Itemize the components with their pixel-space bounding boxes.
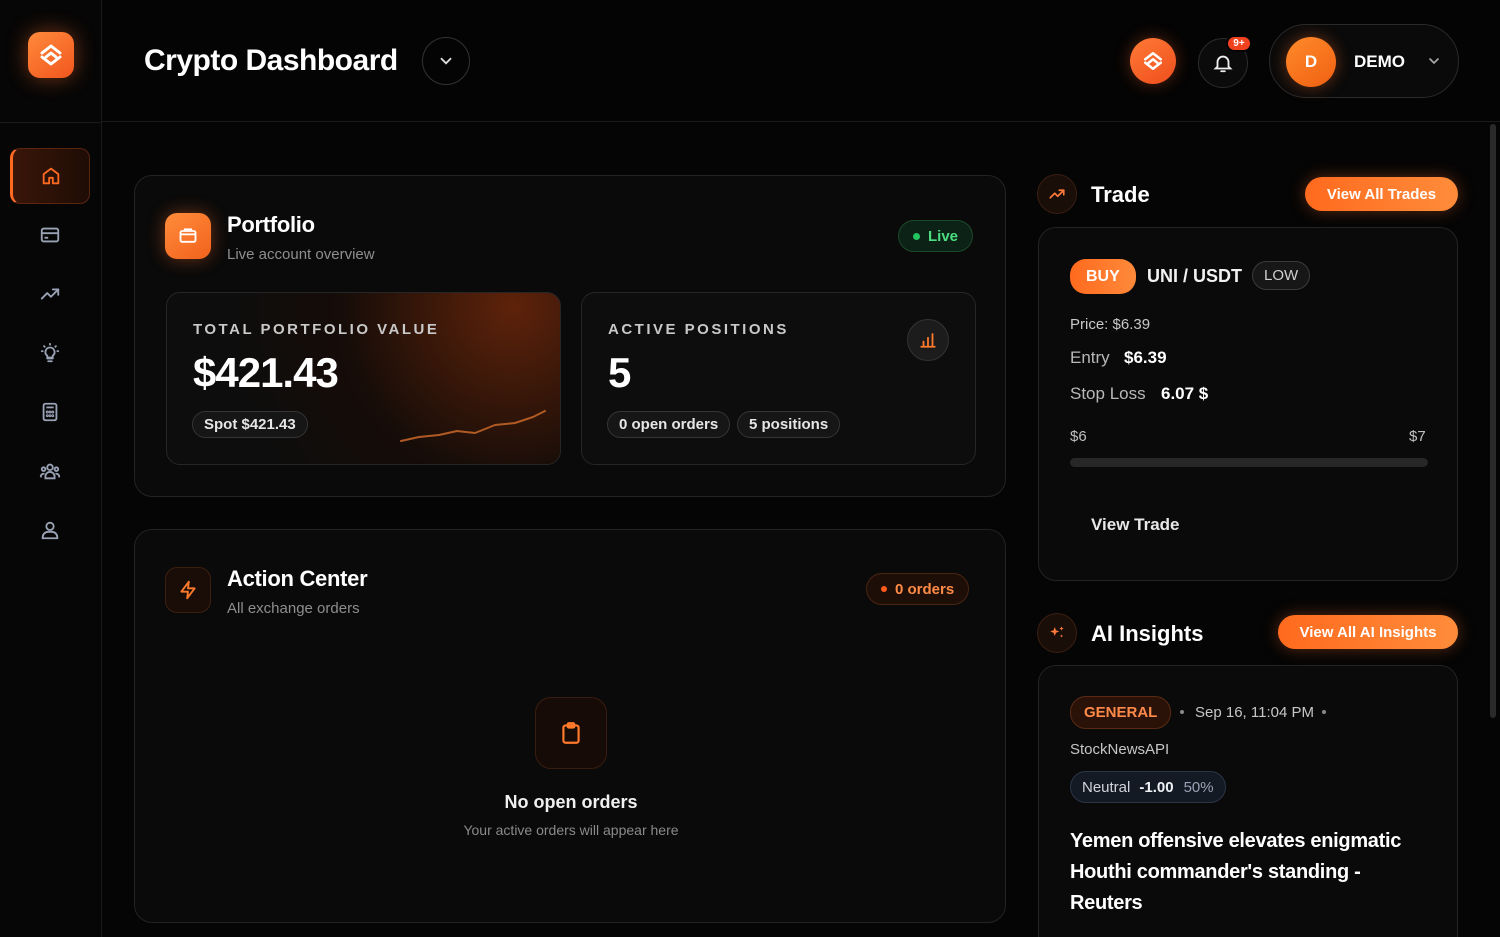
portfolio-icon-tile [165,213,211,259]
notification-count-badge: 9+ [1226,35,1252,52]
trade-section-icon [1037,174,1077,214]
bar-chart-icon [920,333,936,348]
orders-count-badge: 0 orders [866,573,970,605]
portfolio-sparkline [400,410,546,442]
view-all-trades-button[interactable]: View All Trades [1305,177,1458,211]
action-center-title: Action Center [227,566,368,591]
users-icon [39,463,61,480]
sidebar-item-home[interactable] [10,148,90,204]
total-value-label: TOTAL PORTFOLIO VALUE [193,321,440,338]
empty-orders-subtitle: Your active orders will appear here [463,822,679,838]
insights-section-icon [1037,613,1077,653]
trade-pair: UNI / USDT [1147,266,1243,286]
sentiment-score: -1.00 [1139,778,1174,796]
chevron-down-icon [440,57,452,65]
insight-source: StockNewsAPI [1070,741,1170,758]
sparkles-icon [1050,626,1064,638]
sidebar-item-insights[interactable] [10,325,90,381]
sidebar-divider [0,122,102,123]
action-center-subtitle: All exchange orders [227,600,360,617]
view-all-insights-button[interactable]: View All AI Insights [1278,615,1458,649]
brand-logo-icon [40,44,62,66]
lightning-icon [180,580,196,600]
view-trade-button[interactable]: View Trade [1091,515,1180,535]
insight-category-badge: GENERAL [1070,696,1172,729]
top-header: Crypto Dashboard 9+ D DEMO [102,0,1500,122]
total-value-amount: $421.43 [193,349,339,396]
insights-section-title: AI Insights [1091,621,1204,646]
active-positions-tile: ACTIVE POSITIONS 5 0 open orders 5 posit… [581,292,976,465]
spot-value-chip: Spot $421.43 [192,411,308,438]
portfolio-title: Portfolio [227,212,315,237]
separator-dot [1180,710,1184,714]
live-dot [913,232,920,240]
empty-orders-title: No open orders [504,792,638,812]
sentiment-confidence: 50% [1183,778,1214,796]
orders-dot [881,586,887,592]
trending-up-icon [1049,189,1065,199]
page-title: Crypto Dashboard [144,44,398,77]
positions-chip: 5 positions [737,411,841,438]
lightbulb-icon [40,342,60,363]
range-min-label: $6 [1070,428,1087,445]
trade-price-line: Price: $6.39 [1070,316,1151,333]
sidebar [0,0,102,937]
page-scrollbar[interactable] [1490,124,1496,718]
positions-chart-button[interactable] [907,319,949,361]
range-max-label: $7 [1409,428,1426,445]
user-menu-button[interactable]: D DEMO [1269,24,1459,98]
active-positions-count: 5 [608,349,631,396]
risk-level-badge: LOW [1252,261,1311,290]
chevron-down-icon [1429,58,1439,65]
dashboard-switcher-button[interactable] [422,37,470,85]
sentiment-chip: Neutral -1.00 50% [1070,771,1226,803]
app-logo[interactable] [28,32,74,78]
home-icon [42,167,60,185]
separator-dot [1322,710,1326,714]
entry-value: $6.39 [1124,348,1167,367]
orders-count-label: 0 orders [895,580,955,598]
insight-date: Sep 16, 11:04 PM [1195,704,1314,721]
insight-card[interactable]: GENERAL Sep 16, 11:04 PM StockNewsAPI Ne… [1038,665,1458,937]
wallet-card-icon [40,227,60,243]
action-center-icon-tile [165,567,211,613]
price-range-track [1070,458,1428,467]
total-portfolio-value-tile: TOTAL PORTFOLIO VALUE $421.43 Spot $421.… [166,292,561,465]
sentiment-label: Neutral [1082,778,1131,796]
sidebar-item-profile[interactable] [10,502,90,558]
entry-label: Entry [1070,348,1110,367]
portfolio-card: Portfolio Live account overview Live TOT… [134,175,1006,497]
sidebar-item-markets[interactable] [10,266,90,322]
sidebar-item-community[interactable] [10,443,90,499]
brand-logo-icon [1144,52,1162,70]
insight-headline[interactable]: Yemen offensive elevates enigmatic Houth… [1070,826,1430,919]
stop-loss-label: Stop Loss [1070,384,1146,403]
trending-up-icon [40,288,60,300]
sidebar-nav [10,148,92,561]
sidebar-item-calculator[interactable] [10,384,90,440]
empty-orders-icon-tile [535,697,607,769]
stop-loss-value: 6.07 $ [1161,384,1209,403]
user-name: DEMO [1354,52,1405,71]
live-status-badge: Live [898,220,974,252]
user-icon [41,521,59,540]
wallet-icon [179,228,197,243]
sidebar-item-wallet[interactable] [10,207,90,263]
avatar: D [1286,37,1336,87]
brand-shortcut-button[interactable] [1130,38,1176,84]
bell-icon [1213,55,1233,73]
action-center-card: Action Center All exchange orders 0 orde… [134,529,1006,923]
trade-side-badge: BUY [1070,259,1136,294]
portfolio-subtitle: Live account overview [227,246,375,263]
open-orders-chip: 0 open orders [607,411,731,438]
calculator-icon [42,402,58,422]
clipboard-icon [562,722,580,744]
trade-section-title: Trade [1091,182,1150,207]
live-status-label: Live [928,227,959,245]
trade-card: BUY UNI / USDT LOW Price: $6.39 Entry $6… [1038,227,1458,581]
active-positions-label: ACTIVE POSITIONS [608,321,789,338]
